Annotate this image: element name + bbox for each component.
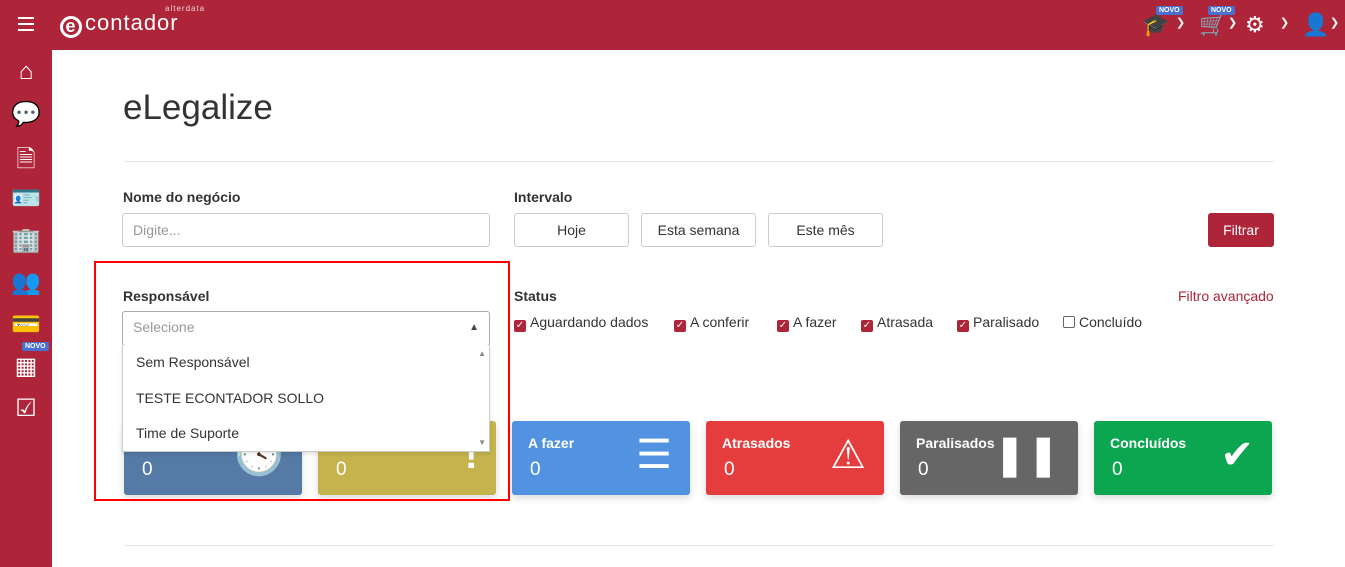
- scroll-up-icon[interactable]: ▲: [478, 349, 486, 358]
- status-a-conferir[interactable]: ✓ A conferir: [674, 314, 749, 332]
- checkbox-checked-icon: ✓: [861, 320, 873, 332]
- chevron-down-icon[interactable]: ❯: [1176, 16, 1185, 29]
- logo-brand: alterdata: [165, 4, 206, 13]
- calculator-icon[interactable]: ▦: [10, 352, 42, 381]
- sidebar: ⌂ 💬 🗎 🪪 🏢 👥 💳 NOVO ▦ ☑: [0, 50, 52, 567]
- card-value: 0: [1112, 459, 1123, 480]
- option-time-suporte[interactable]: Time de Suporte: [123, 416, 489, 452]
- checkbox-checked-icon: ✓: [514, 320, 526, 332]
- logo[interactable]: e contador alterdata: [60, 4, 204, 38]
- checklist-icon[interactable]: ☑: [10, 394, 42, 423]
- card-value: 0: [142, 459, 153, 480]
- checkbox-unchecked-icon: [1063, 316, 1075, 328]
- option-teste-econtador[interactable]: TESTE ECONTADOR SOLLO: [123, 381, 489, 417]
- users-icon[interactable]: 👥: [10, 268, 42, 297]
- chevron-down-icon[interactable]: ❯: [1280, 16, 1289, 29]
- status-label: Status: [514, 288, 557, 304]
- checkbox-checked-icon: ✓: [674, 320, 686, 332]
- chevron-down-icon[interactable]: ❯: [1330, 16, 1339, 29]
- card-paralisados[interactable]: Paralisados 0 ❚❚: [900, 421, 1078, 495]
- new-badge: NOVO: [1156, 6, 1183, 15]
- card-value: 0: [918, 459, 929, 480]
- select-placeholder: Selecione: [133, 319, 195, 335]
- logo-text: contador: [85, 10, 179, 35]
- nome-input[interactable]: Digite...: [122, 213, 490, 247]
- card-title: Atrasados: [722, 435, 791, 451]
- responsavel-select[interactable]: Selecione ▲: [122, 311, 490, 346]
- status-text: Concluído: [1079, 314, 1143, 330]
- new-badge: NOVO: [1208, 6, 1235, 15]
- status-text: A fazer: [793, 314, 837, 330]
- top-bar: e contador alterdata 🎓 NOVO ❯ 🛒 NOVO ❯ ⚙ ❯…: [0, 0, 1345, 50]
- card-title: Concluídos: [1110, 435, 1187, 451]
- gear-icon[interactable]: ⚙: [1245, 12, 1265, 38]
- check-icon: ✔: [1220, 433, 1254, 477]
- status-atrasada[interactable]: ✓ Atrasada: [861, 314, 933, 332]
- card-value: 0: [724, 459, 735, 480]
- status-text: Atrasada: [877, 314, 934, 330]
- new-badge: NOVO: [22, 342, 49, 351]
- menu-icon[interactable]: [18, 17, 34, 35]
- page-title: eLegalize: [123, 88, 273, 127]
- building-icon[interactable]: 🏢: [10, 226, 42, 255]
- hoje-button[interactable]: Hoje: [514, 213, 629, 247]
- divider: [123, 545, 1274, 546]
- este-mes-button[interactable]: Este mês: [768, 213, 883, 247]
- option-sem-responsavel[interactable]: Sem Responsável: [123, 345, 489, 381]
- document-icon[interactable]: 🗎: [10, 142, 42, 183]
- chevron-down-icon[interactable]: ❯: [1228, 16, 1237, 29]
- card-a-fazer[interactable]: A fazer 0 ☰: [512, 421, 690, 495]
- chat-icon[interactable]: 💬: [10, 100, 42, 129]
- checkbox-checked-icon: ✓: [957, 320, 969, 332]
- responsavel-label: Responsável: [123, 288, 210, 304]
- card-value: 0: [530, 459, 541, 480]
- responsavel-dropdown: Sem Responsável TESTE ECONTADOR SOLLO Ti…: [122, 345, 490, 452]
- nome-label: Nome do negócio: [123, 189, 241, 205]
- user-icon[interactable]: 👤: [1302, 12, 1329, 38]
- scroll-down-icon[interactable]: ▼: [478, 438, 486, 447]
- card-title: A fazer: [528, 435, 575, 451]
- card-value: 0: [336, 459, 347, 480]
- card-atrasados[interactable]: Atrasados 0 ⚠: [706, 421, 884, 495]
- card-title: Paralisados: [916, 435, 995, 451]
- esta-semana-button[interactable]: Esta semana: [641, 213, 756, 247]
- intervalo-label: Intervalo: [514, 189, 573, 205]
- status-paralisado[interactable]: ✓ Paralisado: [957, 314, 1039, 332]
- warning-icon: ⚠: [830, 433, 866, 477]
- status-aguardando[interactable]: ✓ Aguardando dados: [514, 314, 648, 332]
- status-concluido[interactable]: Concluído: [1063, 314, 1142, 330]
- card-concluidos[interactable]: Concluídos 0 ✔: [1094, 421, 1272, 495]
- divider: [123, 161, 1274, 162]
- checkbox-checked-icon: ✓: [777, 320, 789, 332]
- status-text: A conferir: [690, 314, 750, 330]
- list-icon: ☰: [636, 433, 672, 477]
- filtrar-button[interactable]: Filtrar: [1208, 213, 1274, 247]
- pause-icon: ❚❚: [992, 433, 1060, 477]
- credit-card-icon[interactable]: 💳: [10, 310, 42, 339]
- id-card-icon[interactable]: 🪪: [10, 184, 42, 213]
- status-a-fazer[interactable]: ✓ A fazer: [777, 314, 837, 332]
- filtro-avancado-link[interactable]: Filtro avançado: [1178, 288, 1274, 304]
- cart-icon[interactable]: 🛒: [1199, 12, 1226, 38]
- status-text: Aguardando dados: [530, 314, 649, 330]
- caret-up-icon: ▲: [469, 322, 479, 333]
- status-text: Paralisado: [973, 314, 1040, 330]
- home-icon[interactable]: ⌂: [10, 58, 42, 86]
- graduation-cap-icon[interactable]: 🎓: [1142, 12, 1169, 38]
